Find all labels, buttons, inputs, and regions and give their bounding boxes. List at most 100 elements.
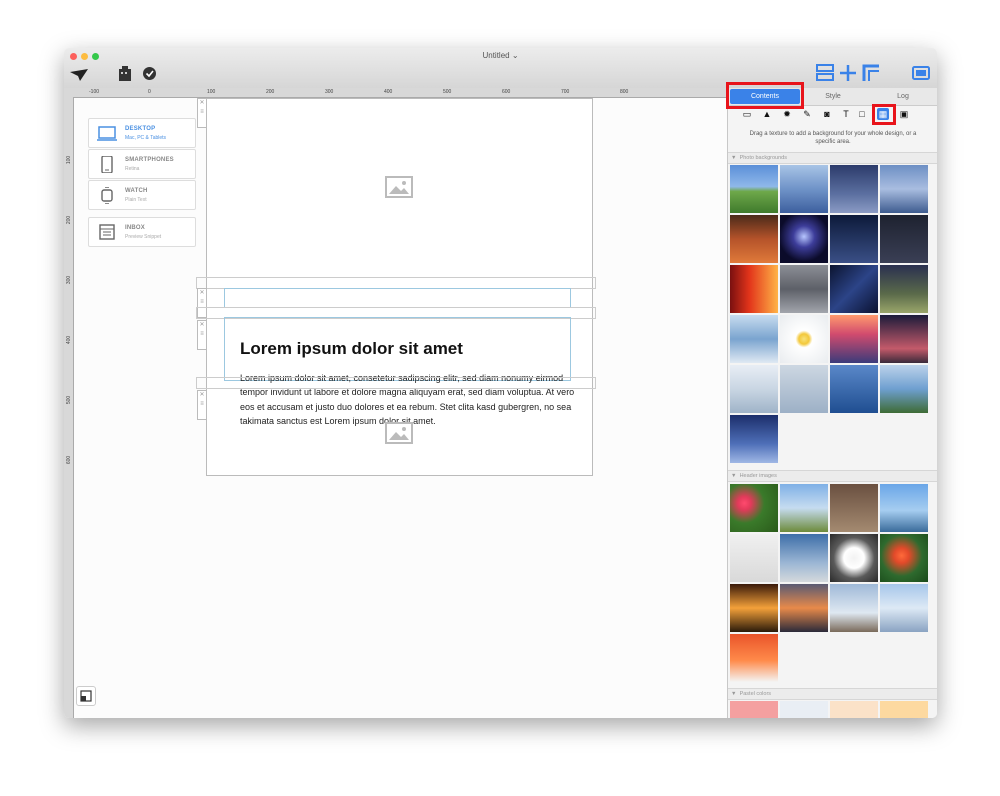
inspector-panel: Contents Style Log ▭ ▲ ✹ ✎ ◙ T □ ▦ ▣ Dra… xyxy=(726,82,937,718)
ruler-tick-label: 0 xyxy=(148,89,151,95)
device-name: SMARTPHONES xyxy=(125,157,174,163)
content-type-toolbar: ▭ ▲ ✹ ✎ ◙ T □ ▦ ▣ xyxy=(728,108,937,122)
texture-thumbnail[interactable] xyxy=(730,484,778,532)
section-pastel-colors[interactable]: ▼ Pastel colors xyxy=(728,688,937,700)
texture-thumbnail[interactable] xyxy=(880,534,928,582)
texture-thumbnail[interactable] xyxy=(780,484,828,532)
window-title: Untitled ⌄ xyxy=(482,51,519,60)
tab-style[interactable]: Style xyxy=(798,88,868,105)
device-inbox[interactable]: INBOX Preview Snippet xyxy=(88,217,196,247)
camera-icon[interactable]: ◙ xyxy=(821,108,833,120)
section-photo-backgrounds[interactable]: ▼ Photo backgrounds xyxy=(728,152,937,164)
block-handle[interactable]: ✕ ≡ xyxy=(197,98,207,128)
device-name: WATCH xyxy=(125,188,148,194)
box-icon[interactable]: □ xyxy=(856,108,868,120)
texture-thumbnail[interactable] xyxy=(880,165,928,213)
text-icon[interactable]: T xyxy=(840,108,852,120)
texture-thumbnail[interactable] xyxy=(780,265,828,313)
texture-thumbnail[interactable] xyxy=(780,701,828,718)
design-canvas[interactable]: DESKTOP Mac, PC & Tablets SMARTPHONES Retin… xyxy=(74,98,727,718)
laptop-icon xyxy=(97,126,117,141)
texture-thumbnail[interactable] xyxy=(730,365,778,413)
texture-thumbnail[interactable] xyxy=(730,634,778,682)
block-handle[interactable]: ✕ ≡ xyxy=(197,390,207,420)
texture-thumbnail[interactable] xyxy=(780,165,828,213)
ruler-tick-label: 500 xyxy=(443,89,452,95)
ruler-tick-label: 500 xyxy=(66,395,73,405)
texture-thumbnail[interactable] xyxy=(730,584,778,632)
heading-block[interactable] xyxy=(224,288,571,308)
device-name: DESKTOP xyxy=(125,126,156,132)
block-handle[interactable]: ✕ ≡ xyxy=(197,320,207,350)
texture-button-highlight xyxy=(872,104,896,125)
device-name: INBOX xyxy=(125,225,146,231)
device-subtitle: Preview Snippet xyxy=(125,234,162,240)
device-subtitle: Mac, PC & Tablets xyxy=(125,135,167,141)
section-label: Pastel colors xyxy=(739,691,772,697)
texture-hint: Drag a texture to add a background for y… xyxy=(749,131,917,145)
texture-thumbnail[interactable] xyxy=(880,365,928,413)
layout-blocks-icon[interactable] xyxy=(816,64,834,82)
texture-thumbnail[interactable] xyxy=(780,215,828,263)
ruler-tick-label: 400 xyxy=(384,89,393,95)
ruler-tick-label: 800 xyxy=(620,89,629,95)
image-placeholder-icon[interactable] xyxy=(385,176,413,198)
texture-thumbnail[interactable] xyxy=(880,265,928,313)
section-header-images[interactable]: ▼ Header images xyxy=(728,470,937,482)
device-watch[interactable]: WATCH Plain Text xyxy=(88,180,196,210)
ruler-tick-label: 200 xyxy=(266,89,275,95)
texture-thumbnail[interactable] xyxy=(780,584,828,632)
texture-thumbnail[interactable] xyxy=(830,315,878,363)
texture-thumbnail[interactable] xyxy=(730,534,778,582)
texture-thumbnail[interactable] xyxy=(730,165,778,213)
texture-thumbnail[interactable] xyxy=(730,265,778,313)
ruler-tick-label: 600 xyxy=(502,89,511,95)
align-corner-icon[interactable] xyxy=(862,64,880,82)
row-divider xyxy=(196,377,596,389)
contents-tab-highlight xyxy=(726,82,804,109)
texture-thumbnail[interactable] xyxy=(880,701,928,718)
block-icon[interactable]: ▭ xyxy=(741,108,753,120)
device-smartphones[interactable]: SMARTPHONES Retina xyxy=(88,149,196,179)
export-icon[interactable] xyxy=(117,66,133,82)
tab-log[interactable]: Log xyxy=(868,88,937,105)
texture-thumbnail[interactable] xyxy=(780,315,828,363)
texture-thumbnail[interactable] xyxy=(830,534,878,582)
texture-thumbnail[interactable] xyxy=(780,534,828,582)
texture-thumbnail[interactable] xyxy=(830,365,878,413)
send-icon[interactable] xyxy=(70,68,88,82)
texture-thumbnail[interactable] xyxy=(730,215,778,263)
texture-thumbnail[interactable] xyxy=(830,484,878,532)
device-desktop[interactable]: DESKTOP Mac, PC & Tablets xyxy=(88,118,196,148)
ruler-tick-label: 300 xyxy=(66,275,73,285)
add-icon[interactable] xyxy=(839,64,857,82)
section-label: Photo backgrounds xyxy=(739,155,787,161)
texture-thumbnail[interactable] xyxy=(730,415,778,463)
ruler-tick-label: 600 xyxy=(66,455,73,465)
texture-thumbnail[interactable] xyxy=(830,584,878,632)
photo-icon[interactable]: ▣ xyxy=(898,108,910,120)
texture-thumbnail[interactable] xyxy=(730,315,778,363)
texture-thumbnail[interactable] xyxy=(880,584,928,632)
badge-icon[interactable]: ✹ xyxy=(781,108,793,120)
horizontal-ruler: -100 0 100 200 300 400 500 600 700 800 xyxy=(64,88,727,98)
preview-toggle-button[interactable] xyxy=(76,686,96,706)
sidebar-toggle-icon[interactable] xyxy=(912,66,930,80)
ruler-tick-label: 700 xyxy=(561,89,570,95)
eyedropper-icon[interactable]: ✎ xyxy=(801,108,813,120)
app-window: Untitled ⌄ -100 0 100 200 300 400 500 600 700 800 xyxy=(64,48,937,718)
texture-thumbnail[interactable] xyxy=(780,365,828,413)
texture-thumbnail[interactable] xyxy=(830,701,878,718)
shape-icon[interactable]: ▲ xyxy=(761,108,773,120)
image-placeholder-icon[interactable] xyxy=(385,422,413,444)
texture-thumbnail[interactable] xyxy=(730,701,778,718)
check-icon[interactable] xyxy=(143,67,156,80)
ruler-tick-label: 400 xyxy=(66,335,73,345)
texture-thumbnail[interactable] xyxy=(830,215,878,263)
texture-thumbnail[interactable] xyxy=(830,265,878,313)
texture-thumbnail[interactable] xyxy=(880,215,928,263)
texture-thumbnail[interactable] xyxy=(880,484,928,532)
resize-corner-icon xyxy=(80,690,92,702)
texture-thumbnail[interactable] xyxy=(830,165,878,213)
texture-thumbnail[interactable] xyxy=(880,315,928,363)
